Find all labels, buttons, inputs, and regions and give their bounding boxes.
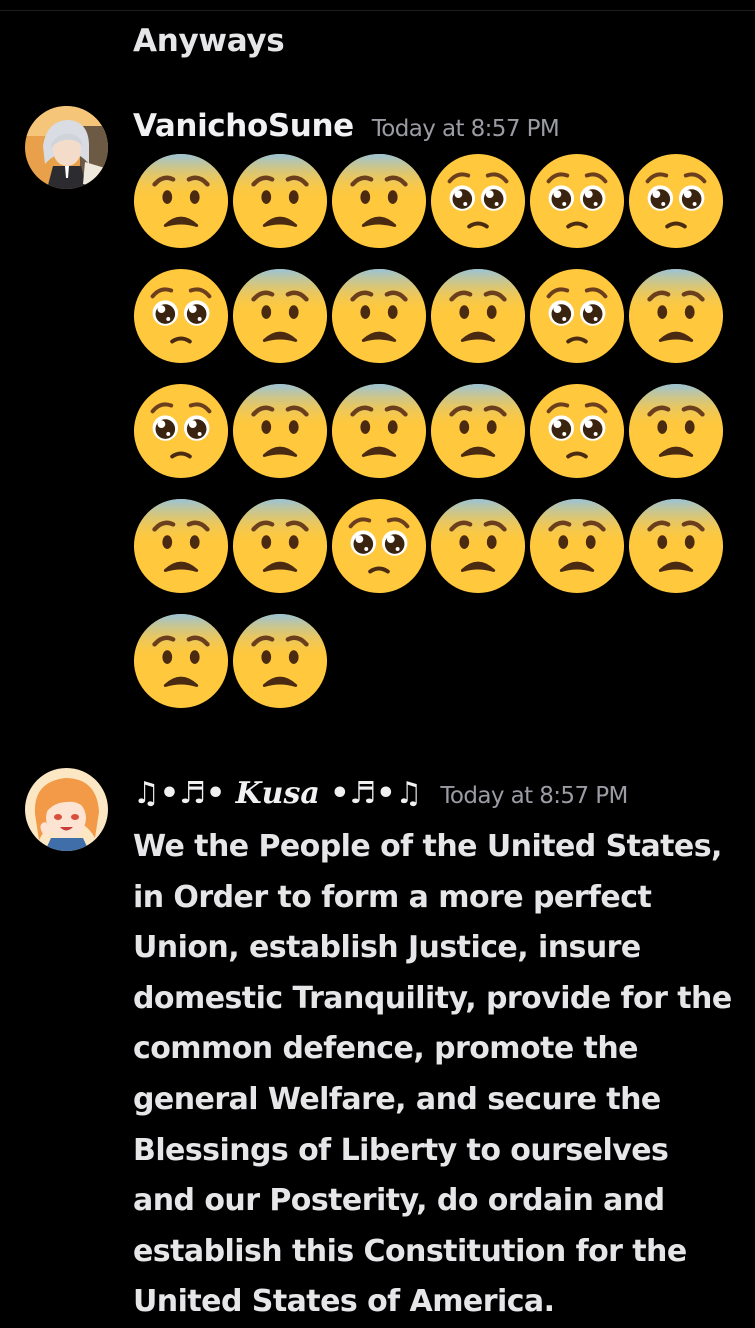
pleading-face-emoji-icon[interactable] <box>329 497 428 612</box>
fearful-face-emoji-icon[interactable] <box>428 382 527 497</box>
pleading-face-emoji-icon[interactable] <box>527 382 626 497</box>
fearful-face-emoji-icon[interactable] <box>230 152 329 267</box>
fearful-face-emoji-icon[interactable] <box>230 267 329 382</box>
fearful-face-emoji-icon[interactable] <box>626 267 725 382</box>
fearful-face-emoji-icon[interactable] <box>131 612 230 727</box>
message-text: We the People of the United States, in O… <box>133 829 732 1320</box>
fearful-face-emoji-icon[interactable] <box>329 382 428 497</box>
message-header: ♫•♬• 𝑲𝒖𝒔𝒂 •♬•♫ Today at 8:57 PM <box>133 776 628 820</box>
fearful-face-emoji-icon[interactable] <box>626 382 725 497</box>
fearful-face-emoji-icon[interactable] <box>428 497 527 612</box>
previous-message-text: Anyways <box>133 23 285 59</box>
fearful-face-emoji-icon[interactable] <box>626 497 725 612</box>
avatar-vanichosune[interactable] <box>25 106 108 189</box>
avatar-image <box>25 106 108 189</box>
timestamp[interactable]: Today at 8:57 PM <box>440 783 628 809</box>
fearful-face-emoji-icon[interactable] <box>230 612 329 727</box>
pleading-face-emoji-icon[interactable] <box>626 152 725 267</box>
fearful-face-emoji-icon[interactable] <box>230 497 329 612</box>
timestamp[interactable]: Today at 8:57 PM <box>372 116 560 142</box>
pleading-face-emoji-icon[interactable] <box>428 152 527 267</box>
fearful-face-emoji-icon[interactable] <box>329 152 428 267</box>
pleading-face-emoji-icon[interactable] <box>527 267 626 382</box>
top-divider <box>0 10 755 11</box>
username[interactable]: VanichoSune <box>133 108 354 144</box>
fearful-face-emoji-icon[interactable] <box>230 382 329 497</box>
message-header: VanichoSune Today at 8:57 PM <box>133 108 560 152</box>
pleading-face-emoji-icon[interactable] <box>131 267 230 382</box>
avatar-image <box>25 768 108 851</box>
username[interactable]: ♫•♬• 𝑲𝒖𝒔𝒂 •♬•♫ <box>133 776 422 811</box>
fearful-face-emoji-icon[interactable] <box>131 152 230 267</box>
fearful-face-emoji-icon[interactable] <box>329 267 428 382</box>
fearful-face-emoji-icon[interactable] <box>527 497 626 612</box>
pleading-face-emoji-icon[interactable] <box>527 152 626 267</box>
fearful-face-emoji-icon[interactable] <box>428 267 527 382</box>
avatar-kusa[interactable] <box>25 768 108 851</box>
pleading-face-emoji-icon[interactable] <box>131 382 230 497</box>
emoji-message-body <box>131 152 731 727</box>
fearful-face-emoji-icon[interactable] <box>131 497 230 612</box>
